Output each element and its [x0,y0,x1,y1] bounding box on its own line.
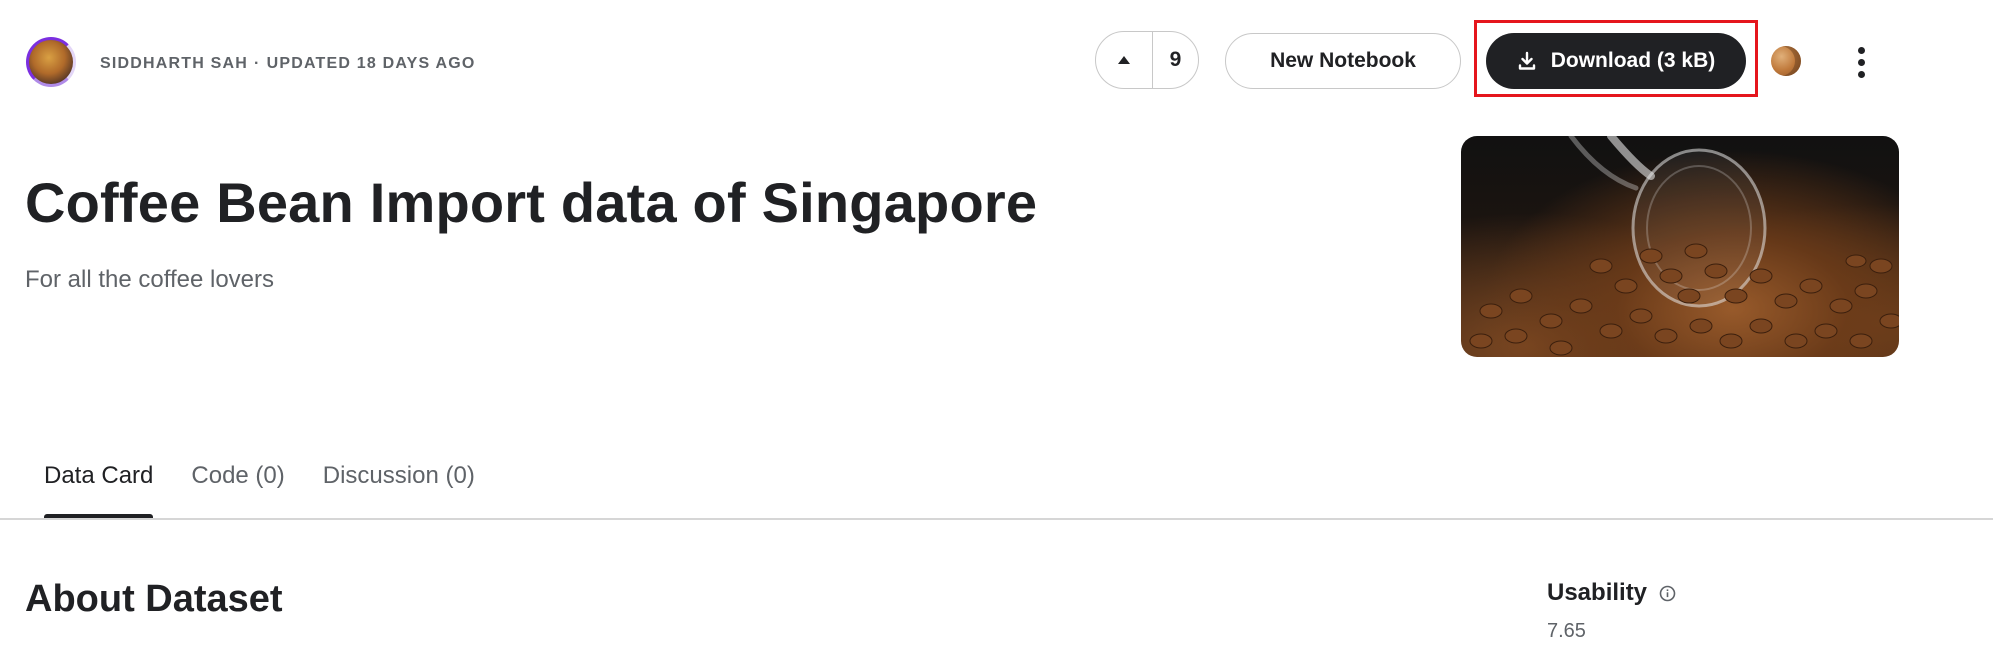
dataset-cover-image [1461,136,1899,357]
more-vertical-icon-dot [1857,70,1865,78]
download-icon [1518,51,1535,70]
more-options-button[interactable] [1846,40,1876,84]
tab-discussion[interactable]: Discussion (0) [304,462,494,518]
user-avatar[interactable] [1771,46,1801,76]
upvote-group: 9 [1095,31,1199,89]
usability-label: Usability [1547,579,1676,607]
dataset-title: Coffee Bean Import data of Singapore [25,171,1038,234]
download-button-label: Download (3 kB) [1550,49,1716,72]
download-button[interactable]: Download (3 kB) [1486,33,1746,89]
upvote-button[interactable] [1096,32,1153,88]
tab-code[interactable]: Code (0) [172,462,303,518]
dataset-subtitle: For all the coffee lovers [25,266,275,293]
tabs-divider [0,518,1993,520]
coffee-cup-illustration [1469,136,1899,356]
author-name[interactable]: SIDDHARTH SAH [100,55,248,72]
more-vertical-icon-dot [1857,58,1865,66]
new-notebook-button[interactable]: New Notebook [1225,33,1461,89]
usability-score: 7.65 [1547,620,1586,642]
tab-data-card[interactable]: Data Card [25,462,172,518]
meta-separator: · [254,55,261,72]
dataset-tabs: Data Card Code (0) Discussion (0) [25,462,494,518]
author-avatar[interactable] [26,37,76,87]
usability-label-text: Usability [1547,579,1648,606]
more-vertical-icon [1857,46,1865,54]
upvote-count: 9 [1169,48,1182,71]
updated-date: UPDATED 18 DAYS AGO [266,55,476,72]
author-meta: SIDDHARTH SAH · UPDATED 18 DAYS AGO [100,55,476,73]
info-icon[interactable] [1659,585,1676,602]
about-dataset-heading: About Dataset [25,578,283,620]
caret-up-icon [1118,56,1130,64]
